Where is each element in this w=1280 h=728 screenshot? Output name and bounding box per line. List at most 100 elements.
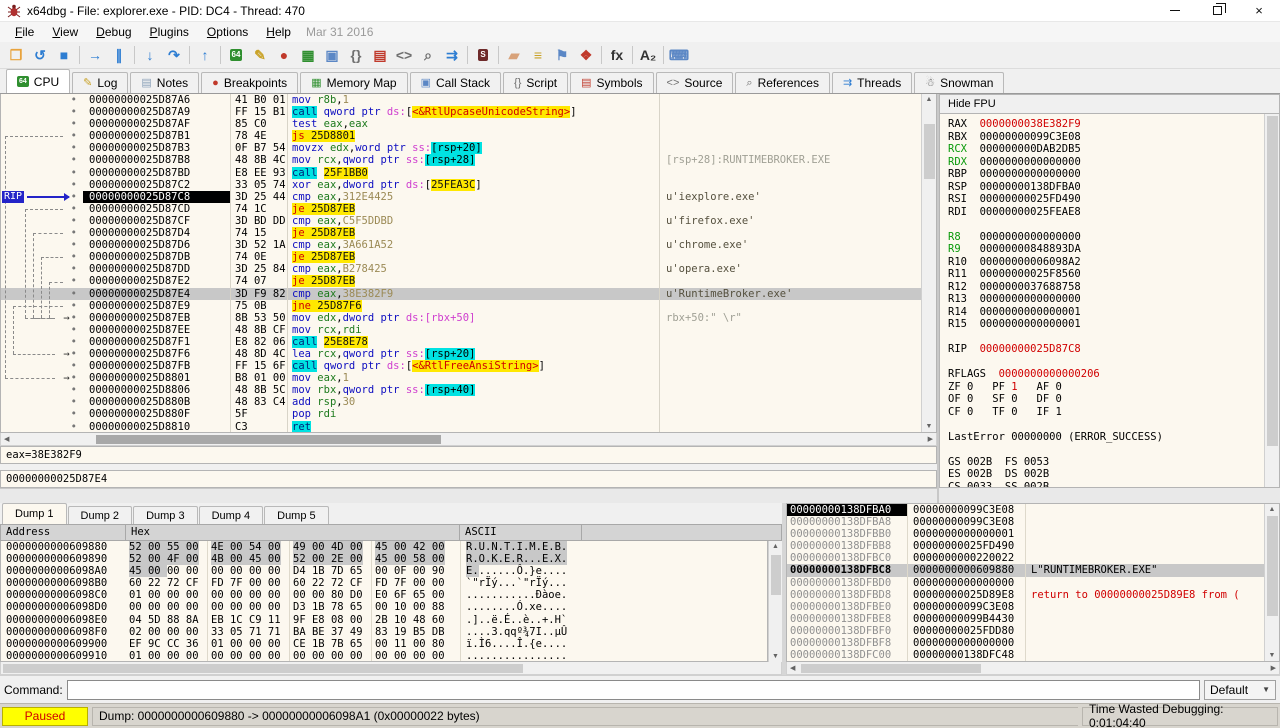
register-line[interactable]: RBX 00000000099C3E08 <box>948 131 1264 144</box>
register-line[interactable]: RBP 0000000000000000 <box>948 168 1264 181</box>
scroll-down-icon[interactable]: ▼ <box>769 653 782 660</box>
disasm-row[interactable]: →•00000000025D8801B8 01 00mov eax,1 <box>1 372 921 384</box>
breakpoint-dot[interactable]: • <box>71 227 77 239</box>
register-line[interactable]: RSP 00000000138DFBA0 <box>948 181 1264 194</box>
breakpoint-dot[interactable]: • <box>71 179 77 191</box>
dump-row[interactable]: 000000000060991001 00 00 0000 00 00 0000… <box>1 650 767 662</box>
scroll-left-icon[interactable]: ◀ <box>4 435 9 443</box>
breakpoint-dot[interactable]: • <box>71 360 77 372</box>
register-line[interactable]: RCX 000000000DAB2DB5 <box>948 143 1264 156</box>
close-debuggee-button[interactable]: ■ <box>52 44 76 67</box>
pause-button[interactable]: ∥ <box>107 44 131 67</box>
dump-row[interactable]: 00000000006098A045 00 00 0000 00 00 00D4… <box>1 565 767 577</box>
dump-tab-4[interactable]: Dump 4 <box>199 506 264 524</box>
menu-file[interactable]: File <box>6 23 43 41</box>
restore-button[interactable] <box>1196 0 1238 21</box>
disasm-row[interactable]: •00000000025D87A9FF 15 B1call qword ptr … <box>1 106 921 118</box>
breakpoint-dot[interactable]: • <box>71 106 77 118</box>
breakpoint-dot[interactable]: • <box>71 215 77 227</box>
run-button[interactable]: → <box>83 44 107 67</box>
disasm-row[interactable]: •00000000025D87D474 15je 25D87EB <box>1 227 921 239</box>
step-over-button[interactable]: ↷ <box>162 44 186 67</box>
source-window-button[interactable]: <> <box>392 44 416 67</box>
tab-source[interactable]: <>Source <box>656 72 734 93</box>
stack-vscrollbar[interactable]: ▲ ▼ <box>1264 504 1279 661</box>
tab-symbols[interactable]: ▤Symbols <box>570 72 653 93</box>
stack-row[interactable]: 00000000138DFBA000000000099C3E08 <box>787 504 1264 516</box>
register-line[interactable]: R9 00000000848893DA <box>948 243 1264 256</box>
menu-help[interactable]: Help <box>257 23 300 41</box>
dump-row[interactable]: 000000000060988052 00 55 004E 00 54 0049… <box>1 541 767 553</box>
breakpoint-dot[interactable]: • <box>71 288 77 300</box>
register-line[interactable]: RSI 00000000025FD490 <box>948 193 1264 206</box>
breakpoint-dot[interactable]: • <box>71 203 77 215</box>
disasm-row[interactable]: •00000000025D87DD3D 25 84cmp eax,B278425… <box>1 263 921 275</box>
register-line[interactable]: GS 002B FS 0053 <box>948 456 1264 469</box>
dump-tab-2[interactable]: Dump 2 <box>68 506 133 524</box>
disassembly-pane[interactable]: •00000000025D87A641 B0 01mov r8b,1•00000… <box>0 94 937 433</box>
disasm-row[interactable]: •00000000025D880F5Fpop rdi <box>1 408 921 420</box>
dump-row[interactable]: 00000000006098D000 00 00 0000 00 00 00D3… <box>1 601 767 613</box>
command-input[interactable] <box>67 680 1200 700</box>
disasm-row[interactable]: •00000000025D87AF85 C0test eax,eax <box>1 118 921 130</box>
disasm-row[interactable]: •00000000025D87CD74 1Cje 25D87EB <box>1 203 921 215</box>
tab-references[interactable]: ⌕References <box>735 72 830 93</box>
breakpoint-dot[interactable]: • <box>71 118 77 130</box>
breakpoint-dot[interactable]: • <box>71 130 77 142</box>
disasm-row[interactable]: •00000000025D87EE48 8B CFmov rcx,rdi <box>1 324 921 336</box>
labels-button[interactable]: ⚑ <box>550 44 574 67</box>
references-window-button[interactable]: ⌕ <box>416 44 440 67</box>
step-into-button[interactable]: ↓ <box>138 44 162 67</box>
register-line[interactable] <box>948 356 1264 369</box>
dump-row[interactable]: 0000000000609900EF 9C CC 3601 00 00 00CE… <box>1 638 767 650</box>
minimize-button[interactable] <box>1154 0 1196 21</box>
scroll-down-icon[interactable]: ▼ <box>922 423 936 430</box>
dump-vscrollbar[interactable]: ▲ ▼ <box>768 541 782 662</box>
scroll-left-icon[interactable]: ◀ <box>790 664 795 672</box>
az-button[interactable]: A₂ <box>636 44 660 67</box>
disasm-row[interactable]: •00000000025D87D63D 52 1Acmp eax,3A661A5… <box>1 239 921 251</box>
hide-fpu-button[interactable]: Hide FPU <box>939 94 1280 114</box>
breakpoint-dot[interactable]: • <box>71 336 77 348</box>
breakpoint-dot[interactable]: • <box>71 300 77 312</box>
register-line[interactable]: RAX 0000000038E382F9 <box>948 118 1264 131</box>
register-line[interactable]: RDX 0000000000000000 <box>948 156 1264 169</box>
disasm-row[interactable]: •00000000025D87A641 B0 01mov r8b,1 <box>1 94 921 106</box>
stack-hscrollbar[interactable]: ◀ ▶ <box>786 662 1280 675</box>
disasm-row[interactable]: •00000000025D87B30F B7 54movzx edx,word … <box>1 142 921 154</box>
tab-memory-map[interactable]: ▦Memory Map <box>300 72 407 93</box>
stack-row[interactable]: 00000000138DFBD800000000025D89E8return t… <box>787 589 1264 601</box>
attach-button[interactable]: ⌨ <box>667 44 691 67</box>
breakpoint-dot[interactable]: • <box>71 167 77 179</box>
open-file-button[interactable]: ❒ <box>4 44 28 67</box>
breakpoint-dot[interactable]: • <box>71 408 77 420</box>
menu-plugins[interactable]: Plugins <box>141 23 198 41</box>
breakpoint-dot[interactable]: • <box>71 191 77 203</box>
breakpoint-dot[interactable]: • <box>71 142 77 154</box>
tab-script[interactable]: {}Script <box>503 72 568 93</box>
register-line[interactable]: R11 00000000025F8560 <box>948 268 1264 281</box>
register-line[interactable]: R10 00000000006098A2 <box>948 256 1264 269</box>
breakpoint-dot[interactable]: • <box>71 348 77 360</box>
tab-threads[interactable]: ⇉Threads <box>832 72 912 93</box>
stack-row[interactable]: 00000000138DFBC00000000000220022 <box>787 552 1264 564</box>
disasm-row[interactable]: •00000000025D87CF3D BD DDcmp eax,C5F5DDB… <box>1 215 921 227</box>
breakpoint-dot[interactable]: • <box>71 251 77 263</box>
script-window-button[interactable]: {} <box>344 44 368 67</box>
disasm-row[interactable]: •00000000025D87E43D F9 82cmp eax,38E382F… <box>1 288 921 300</box>
call-stack-window-button[interactable]: ▣ <box>320 44 344 67</box>
register-line[interactable]: R15 0000000000000001 <box>948 318 1264 331</box>
disasm-row[interactable]: •00000000025D87C233 05 74xor eax,dword p… <box>1 179 921 191</box>
register-line[interactable] <box>948 418 1264 431</box>
register-line[interactable]: ES 002B DS 002B <box>948 468 1264 481</box>
disasm-row[interactable]: →•00000000025D87EB8B 53 50mov edx,dword … <box>1 312 921 324</box>
stack-row[interactable]: 00000000138DFBE000000000099C3E08 <box>787 601 1264 613</box>
register-line[interactable] <box>948 443 1264 456</box>
scroll-right-icon[interactable]: ▶ <box>928 435 933 443</box>
stack-row[interactable]: 00000000138DFBB800000000025FD490 <box>787 540 1264 552</box>
disasm-row[interactable]: •00000000025D87FBFF 15 6Fcall qword ptr … <box>1 360 921 372</box>
stack-row[interactable]: 00000000138DFBE800000000099B4430 <box>787 613 1264 625</box>
disassembly-hscrollbar[interactable]: ◀ ▶ <box>0 433 937 446</box>
patches-button[interactable]: ▰ <box>502 44 526 67</box>
disasm-row[interactable]: •00000000025D87DB74 0Eje 25D87EB <box>1 251 921 263</box>
